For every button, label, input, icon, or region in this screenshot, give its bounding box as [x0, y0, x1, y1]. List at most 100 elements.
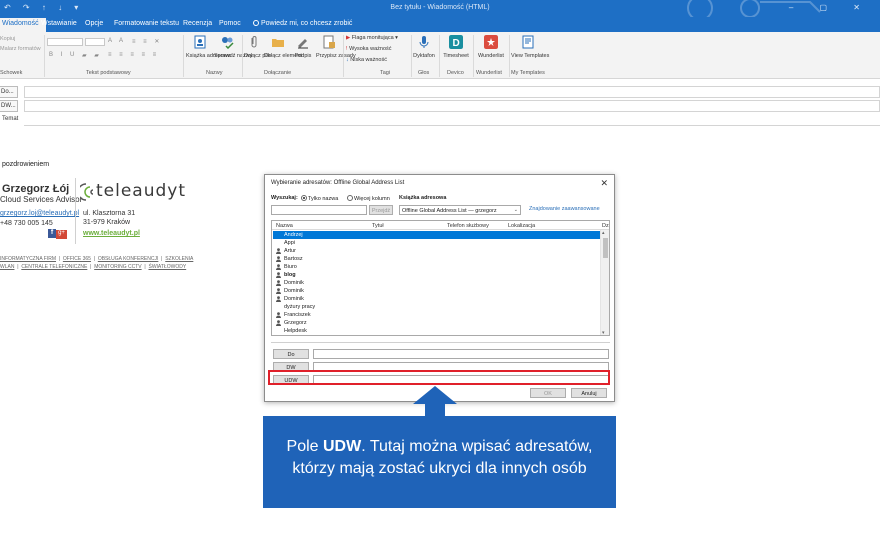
list-scrollbar[interactable]: ▴ ▾ [600, 230, 609, 335]
folder-icon [272, 39, 284, 47]
signature-role: Cloud Services Advisor [0, 195, 83, 204]
radio-name-only[interactable]: Tylko nazwa [301, 195, 338, 202]
list-item[interactable]: Artur [273, 247, 600, 255]
tab-help[interactable]: Pomoc [212, 18, 248, 32]
close-icon[interactable]: ✕ [600, 178, 608, 189]
list-item-name: Andrzej [284, 232, 303, 238]
service-link[interactable]: WLAN [0, 264, 14, 270]
to-row: Do... [0, 86, 880, 98]
google-plus-icon[interactable]: g+ [56, 230, 67, 239]
dictate-button[interactable]: Dyktafon [412, 35, 436, 59]
person-icon [276, 320, 281, 326]
to-button[interactable]: Do... [0, 86, 18, 98]
list-item[interactable]: Grzegorz [273, 319, 600, 327]
group-label-names: Nazwy [206, 70, 223, 76]
cc-field[interactable] [24, 100, 880, 112]
paperclip-icon [251, 36, 257, 48]
to-recipient-field[interactable] [313, 349, 609, 359]
service-link[interactable]: SZKOLENIA [165, 256, 193, 262]
person-icon [276, 264, 281, 270]
service-link[interactable]: OFFICE 365 [63, 256, 91, 262]
copy-button[interactable]: Kopiuj [0, 36, 15, 42]
message-greeting[interactable]: pozdrowieniem [2, 161, 49, 168]
timesheet-button[interactable]: D Timesheet [441, 35, 471, 59]
to-recipient-button[interactable]: Do [273, 349, 309, 359]
tab-format-text[interactable]: Formatowanie tekstu [107, 18, 186, 32]
low-importance-button[interactable]: ↓ Niska ważność [346, 57, 387, 63]
radio-more-columns[interactable]: Więcej kolumn [347, 195, 390, 202]
separator [44, 35, 45, 77]
list-item[interactable]: Bartosz [273, 255, 600, 263]
list-item[interactable]: blog [273, 271, 600, 279]
list-item[interactable]: Dominik [273, 287, 600, 295]
font-grow-shrink[interactable]: A A [108, 38, 126, 44]
cancel-button[interactable]: Anuluj [571, 388, 607, 398]
view-templates-button[interactable]: View Templates [511, 35, 549, 59]
check-names-button[interactable]: Sprawdź nazwy [214, 35, 253, 59]
font-size-select[interactable] [85, 38, 105, 46]
service-link[interactable]: INFORMATYCZNA FIRM [0, 256, 56, 262]
list-item[interactable]: Dominik [273, 295, 600, 303]
service-link[interactable]: MONITORING CCTV [94, 264, 141, 270]
service-link[interactable]: OBSŁUGA KONFERENCJI [98, 256, 159, 262]
bold-italic-underline[interactable]: B I U [49, 52, 77, 58]
column-header-name[interactable]: Nazwa [276, 223, 293, 229]
column-header-location[interactable]: Lokalizacja [508, 223, 535, 229]
service-link[interactable]: ŚWIATŁOWODY [148, 264, 186, 270]
list-item[interactable]: Biuro [273, 263, 600, 271]
list-item[interactable]: Dominik [273, 279, 600, 287]
list-item-name: Grzegorz [284, 320, 307, 326]
address-book-icon [194, 35, 206, 49]
high-importance-button[interactable]: ! Wysoka ważność [346, 46, 392, 52]
window-controls[interactable]: – ▢ ✕ [789, 3, 872, 12]
address-book-button[interactable]: Książka adresowa [186, 35, 231, 59]
check-names-icon [222, 37, 234, 50]
group-label-devico: Devico [447, 70, 464, 76]
signature-website-link[interactable]: www.teleaudyt.pl [83, 230, 140, 237]
scroll-up-icon[interactable]: ▴ [602, 230, 605, 236]
tab-options[interactable]: Opcje [78, 18, 110, 32]
list-item[interactable]: Appi [273, 239, 600, 247]
column-header-title[interactable]: Tytuł [372, 223, 384, 229]
assign-policy-button[interactable]: Przypisz zasady [316, 35, 356, 59]
facebook-icon[interactable]: f [48, 229, 56, 238]
list-item[interactable]: Andrzej [273, 231, 600, 239]
scrollbar-thumb[interactable] [603, 238, 608, 258]
align-buttons[interactable]: ≡ ≡ ≡ ≡ ≡ [108, 52, 159, 58]
list-item[interactable]: Franciszek [273, 311, 600, 319]
scroll-down-icon[interactable]: ▾ [602, 330, 605, 335]
lightbulb-icon [253, 20, 259, 26]
format-painter-button[interactable]: Malarz formatów [0, 46, 41, 52]
list-item[interactable]: dyżury pracy [273, 303, 600, 311]
address-list: Nazwa Tytuł Telefon służbowy Lokalizacja… [271, 220, 610, 336]
attach-item-button[interactable]: Dołącz element [264, 35, 302, 59]
cc-button[interactable]: DW... [0, 100, 18, 112]
font-name-select[interactable] [47, 38, 83, 46]
ok-button[interactable]: OK [530, 388, 566, 398]
highlight-color[interactable]: ▰ ▰ [82, 52, 102, 59]
list-buttons[interactable]: ≡ ≡ ✕ [132, 38, 162, 45]
service-link[interactable]: CENTRALE TELEFONICZNE [21, 264, 87, 270]
go-button[interactable]: Przejdź [369, 205, 393, 215]
list-item[interactable]: Helpdesk [273, 327, 600, 335]
search-input[interactable] [271, 205, 367, 215]
address-book-select[interactable]: Offline Global Address List — grzegorz ⌄ [399, 205, 521, 215]
advanced-find-link[interactable]: Znajdowanie zaawansowane [529, 206, 600, 212]
policy-icon [323, 35, 335, 49]
tell-me-search[interactable]: Powiedz mi, co chcesz zrobić [246, 18, 359, 32]
to-field[interactable] [24, 86, 880, 98]
follow-up-flag-button[interactable]: ▶ Flaga monitująca ▾ [346, 35, 398, 41]
attach-file-button[interactable]: Dołącz plik [244, 35, 271, 59]
signature-email-link[interactable]: grzegorz.loj@teleaudyt.pl [0, 210, 79, 217]
teleaudyt-logo-icon [80, 183, 94, 201]
bcc-highlight-box [268, 370, 610, 385]
column-header-department[interactable]: Dz [602, 223, 609, 229]
wunderlist-button[interactable]: Wunderlist [475, 35, 507, 59]
column-header-phone[interactable]: Telefon służbowy [447, 223, 489, 229]
signature-button[interactable]: Podpis [292, 35, 314, 59]
subject-field[interactable] [24, 114, 880, 126]
devico-icon: D [449, 35, 463, 49]
tab-insert[interactable]: Wstawianie [34, 18, 84, 32]
microphone-icon [419, 36, 429, 48]
svg-text:D: D [453, 38, 460, 49]
